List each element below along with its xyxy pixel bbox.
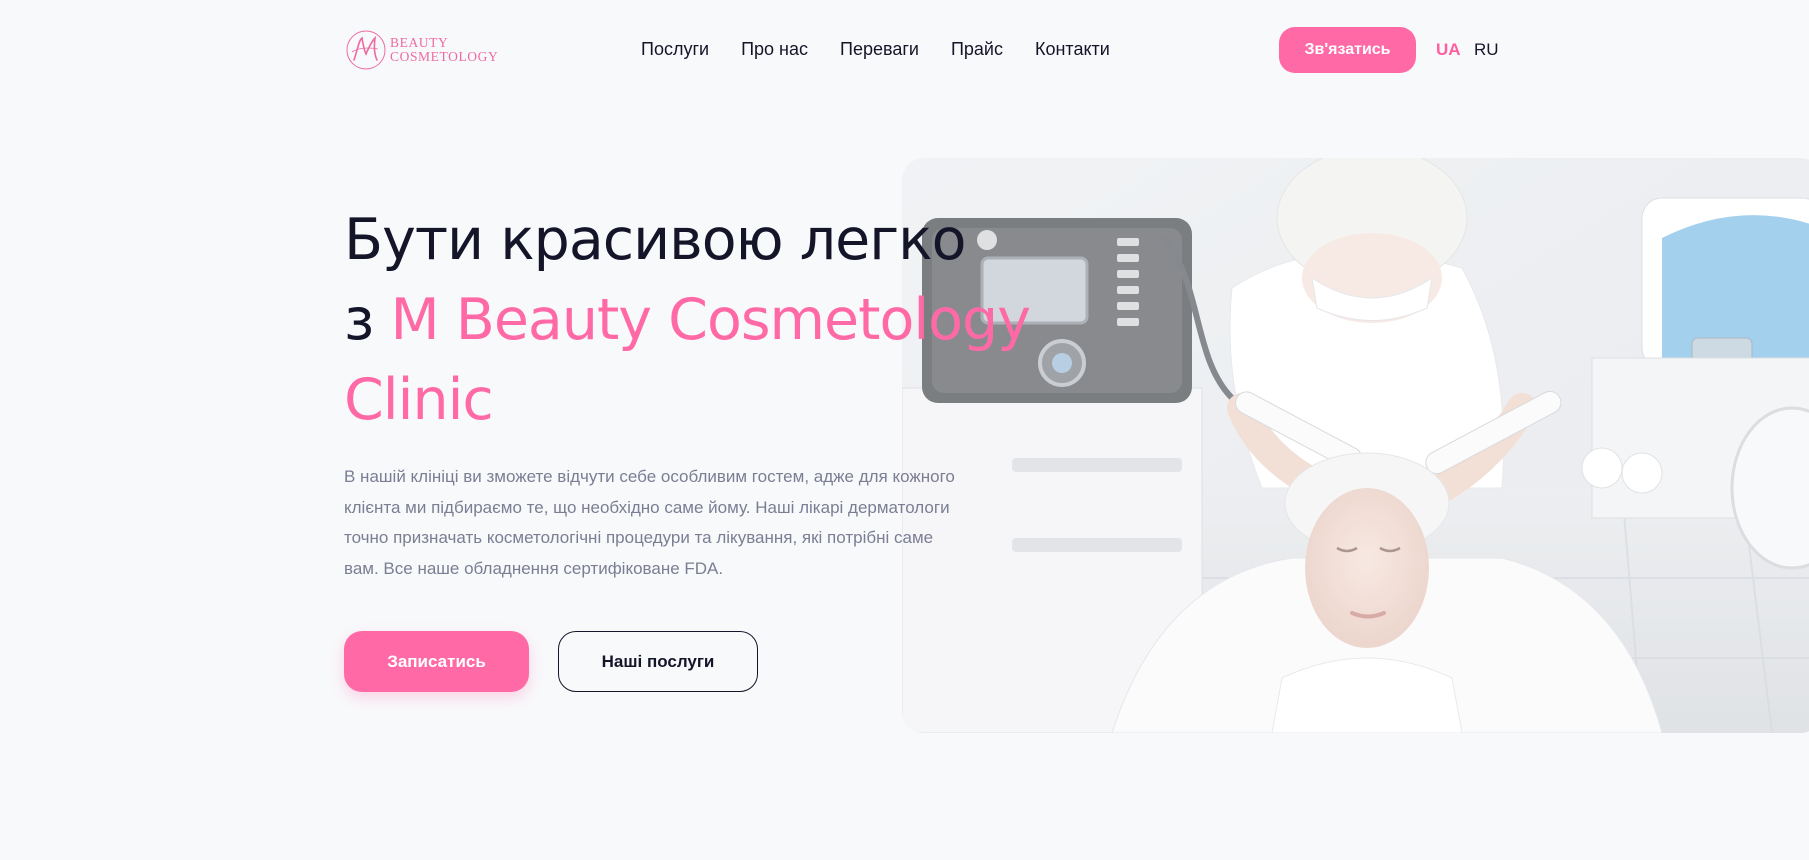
hero-title-line1: Бути красивою легко (344, 207, 966, 273)
nav-item-services[interactable]: Послуги (641, 36, 709, 62)
hero-description: В нашій клініці ви зможете відчути себе … (344, 467, 955, 578)
hero-title-prefix: з (344, 287, 391, 353)
hero-title: Бути красивою легко з M Beauty Cosmetolo… (344, 200, 1044, 440)
logo-wordmark: BEAUTY COSMETOLOGY (390, 36, 498, 64)
our-services-button[interactable]: Наші послуги (558, 631, 758, 692)
hero-title-accent: M Beauty Cosmetology Clinic (344, 287, 1031, 433)
language-ru[interactable]: RU (1474, 38, 1499, 62)
contact-button[interactable]: Зв'язатись (1279, 27, 1416, 73)
site-header: BEAUTY COSMETOLOGY Послуги Про нас Перев… (0, 0, 1809, 100)
nav-item-prices[interactable]: Прайс (951, 36, 1003, 62)
landing-page: BEAUTY COSMETOLOGY Послуги Про нас Перев… (0, 0, 1809, 860)
main-nav: Послуги Про нас Переваги Прайс Контакти (641, 36, 1110, 62)
book-appointment-button[interactable]: Записатись (344, 631, 529, 692)
logo-line-1: BEAUTY (390, 35, 449, 50)
nav-item-advantages[interactable]: Переваги (840, 36, 919, 62)
language-ua[interactable]: UA (1436, 38, 1461, 62)
logo-line-2: COSMETOLOGY (390, 49, 499, 64)
nav-item-about[interactable]: Про нас (741, 36, 808, 62)
nav-item-contacts[interactable]: Контакти (1035, 36, 1110, 62)
logo[interactable]: BEAUTY COSMETOLOGY (344, 28, 498, 72)
logo-monogram-icon (346, 30, 386, 70)
